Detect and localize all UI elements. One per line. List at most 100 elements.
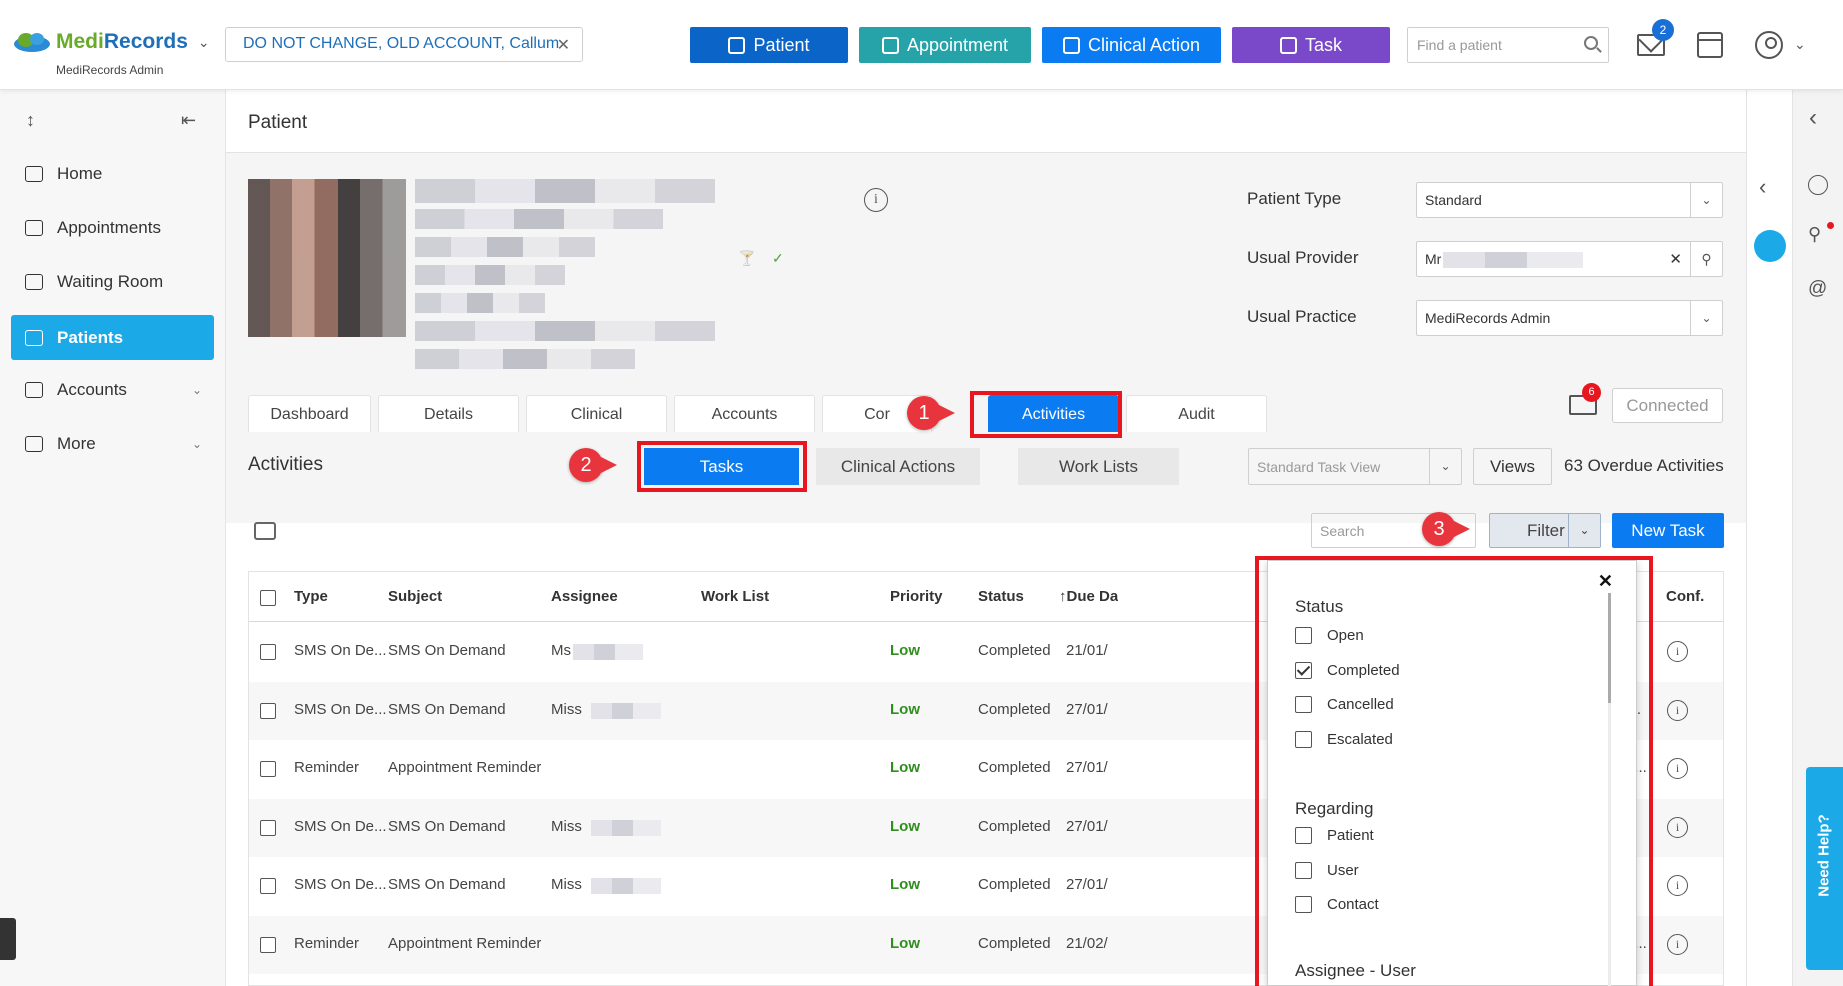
- info-icon[interactable]: i: [1667, 933, 1688, 955]
- sidebar-item-appointments[interactable]: Appointments: [11, 205, 214, 250]
- chevron-down-icon[interactable]: ⌄: [1568, 514, 1600, 547]
- usual-practice-select[interactable]: MediRecords Admin ⌄: [1416, 300, 1723, 336]
- header-assignee[interactable]: Assignee: [551, 588, 618, 605]
- cell-subject: SMS On Demand: [388, 817, 506, 835]
- practice-subtitle: MediRecords Admin: [56, 63, 164, 77]
- find-patient-input[interactable]: Find a patient: [1407, 27, 1609, 63]
- patient-side-rail: ‹: [1746, 90, 1792, 986]
- usual-provider-value: Mr: [1425, 251, 1442, 267]
- header-type[interactable]: Type: [294, 588, 328, 605]
- sidebar-item-label: More: [57, 433, 96, 453]
- redacted-assignee: [591, 819, 661, 836]
- chevron-down-icon: ⌄: [191, 436, 202, 451]
- chevron-down-icon[interactable]: ⌄: [1429, 449, 1461, 484]
- expand-vertical-icon[interactable]: ↕: [26, 110, 35, 130]
- calendar-icon[interactable]: [1697, 32, 1723, 58]
- search-icon[interactable]: ⚲: [1690, 242, 1722, 276]
- chevron-down-icon[interactable]: ⌄: [1690, 301, 1722, 335]
- task-view-select[interactable]: Standard Task View ⌄: [1248, 448, 1462, 485]
- side-widget-handle[interactable]: [0, 918, 16, 960]
- clear-icon[interactable]: ✕: [1669, 250, 1682, 268]
- header-priority[interactable]: Priority: [890, 588, 943, 605]
- cell-status: Completed: [978, 876, 1051, 893]
- search-icon[interactable]: [1584, 36, 1598, 50]
- info-icon[interactable]: i: [1667, 699, 1688, 721]
- header-status[interactable]: Status: [978, 588, 1024, 605]
- sidebar-item-label: Patients: [57, 327, 124, 347]
- patient-type-select[interactable]: Standard ⌄: [1416, 182, 1723, 218]
- info-icon[interactable]: i: [1667, 875, 1688, 896]
- tab-clinical[interactable]: Clinical: [526, 395, 667, 432]
- cell-type: Reminder: [294, 934, 360, 952]
- chevron-left-icon[interactable]: ‹: [1759, 174, 1766, 200]
- new-task-top-button[interactable]: Task: [1232, 27, 1390, 63]
- chevron-left-icon[interactable]: ‹: [1809, 104, 1817, 132]
- sidebar-item-accounts[interactable]: Accounts ⌄: [11, 367, 214, 412]
- sidebar-item-patients[interactable]: Patients: [11, 315, 214, 360]
- smoking-icon[interactable]: ✓: [772, 250, 784, 267]
- new-task-button[interactable]: New Task: [1612, 513, 1724, 548]
- cell-priority: Low: [890, 642, 920, 659]
- row-checkbox[interactable]: [260, 702, 276, 719]
- chevron-down-icon[interactable]: ⌄: [1794, 36, 1806, 53]
- filter-button[interactable]: Filter ⌄: [1489, 513, 1601, 548]
- cell-due-date: 21/02/: [1066, 934, 1108, 952]
- new-patient-button[interactable]: Patient: [690, 27, 848, 63]
- current-patient-chip[interactable]: DO NOT CHANGE, OLD ACCOUNT, Callum ✕: [225, 27, 583, 62]
- cell-assignee: Miss: [551, 700, 582, 718]
- row-checkbox[interactable]: [260, 936, 276, 953]
- views-button[interactable]: Views: [1473, 448, 1552, 485]
- tab-details[interactable]: Details: [378, 395, 519, 432]
- collapse-sidebar-icon[interactable]: ⇤: [181, 110, 196, 131]
- info-icon[interactable]: i: [1667, 641, 1688, 662]
- info-icon[interactable]: i: [1667, 758, 1688, 779]
- close-icon[interactable]: ✕: [557, 35, 570, 55]
- chevron-down-icon[interactable]: ⌄: [1690, 183, 1722, 217]
- select-all-checkbox[interactable]: [260, 590, 276, 606]
- mention-icon[interactable]: @: [1808, 278, 1827, 300]
- tab-accounts[interactable]: Accounts: [674, 395, 815, 432]
- need-help-tab[interactable]: Need Help?: [1806, 767, 1843, 970]
- tab-dashboard[interactable]: Dashboard: [248, 395, 371, 432]
- user-avatar-icon[interactable]: [1755, 31, 1783, 59]
- alcohol-icon[interactable]: 🍸: [738, 250, 755, 267]
- row-checkbox[interactable]: [260, 878, 276, 894]
- pin-icon[interactable]: ⚲: [1808, 224, 1821, 245]
- home-icon: [25, 165, 43, 182]
- header-confidential[interactable]: Conf.: [1666, 588, 1704, 605]
- subtab-clinical-actions[interactable]: Clinical Actions: [816, 448, 980, 485]
- print-icon[interactable]: [254, 522, 276, 540]
- sidebar-item-home[interactable]: Home: [11, 151, 214, 196]
- comment-icon[interactable]: [1808, 175, 1828, 195]
- subtab-work-lists[interactable]: Work Lists: [1018, 448, 1179, 485]
- tab-audit[interactable]: Audit: [1126, 395, 1267, 432]
- info-icon[interactable]: i: [864, 188, 888, 212]
- connected-button[interactable]: Connected: [1612, 388, 1723, 423]
- header-subject[interactable]: Subject: [388, 588, 442, 605]
- row-checkbox[interactable]: [260, 761, 276, 777]
- usual-provider-field[interactable]: Mr ✕ ⚲: [1416, 241, 1723, 277]
- app-logo[interactable]: MediRecords ⌄: [12, 30, 210, 54]
- cell-priority: Low: [890, 817, 920, 835]
- new-appointment-button[interactable]: Appointment: [859, 27, 1031, 63]
- info-icon[interactable]: i: [1667, 816, 1688, 838]
- tag-icon[interactable]: [1754, 230, 1786, 262]
- cell-priority: Low: [890, 759, 920, 776]
- sidebar-item-waiting-room[interactable]: Waiting Room: [11, 259, 214, 304]
- new-clinical-action-button[interactable]: Clinical Action: [1042, 27, 1221, 63]
- header-work-list[interactable]: Work List: [701, 588, 769, 605]
- highlight-filter-panel: [1255, 556, 1653, 986]
- patient-photo: [248, 179, 406, 337]
- chevron-down-icon: ⌄: [191, 382, 202, 397]
- patient-type-value: Standard: [1425, 192, 1482, 208]
- header-due-date[interactable]: ↑Due Da: [1059, 588, 1118, 605]
- chevron-down-icon[interactable]: ⌄: [198, 34, 210, 51]
- patients-icon: [25, 329, 43, 346]
- row-checkbox[interactable]: [260, 644, 276, 660]
- page-title: Patient: [248, 112, 308, 133]
- sidebar-item-more[interactable]: More ⌄: [11, 421, 214, 466]
- cell-priority: Low: [890, 700, 920, 718]
- cell-subject: SMS On Demand: [388, 642, 506, 659]
- cell-status: Completed: [978, 817, 1051, 835]
- row-checkbox[interactable]: [260, 819, 276, 836]
